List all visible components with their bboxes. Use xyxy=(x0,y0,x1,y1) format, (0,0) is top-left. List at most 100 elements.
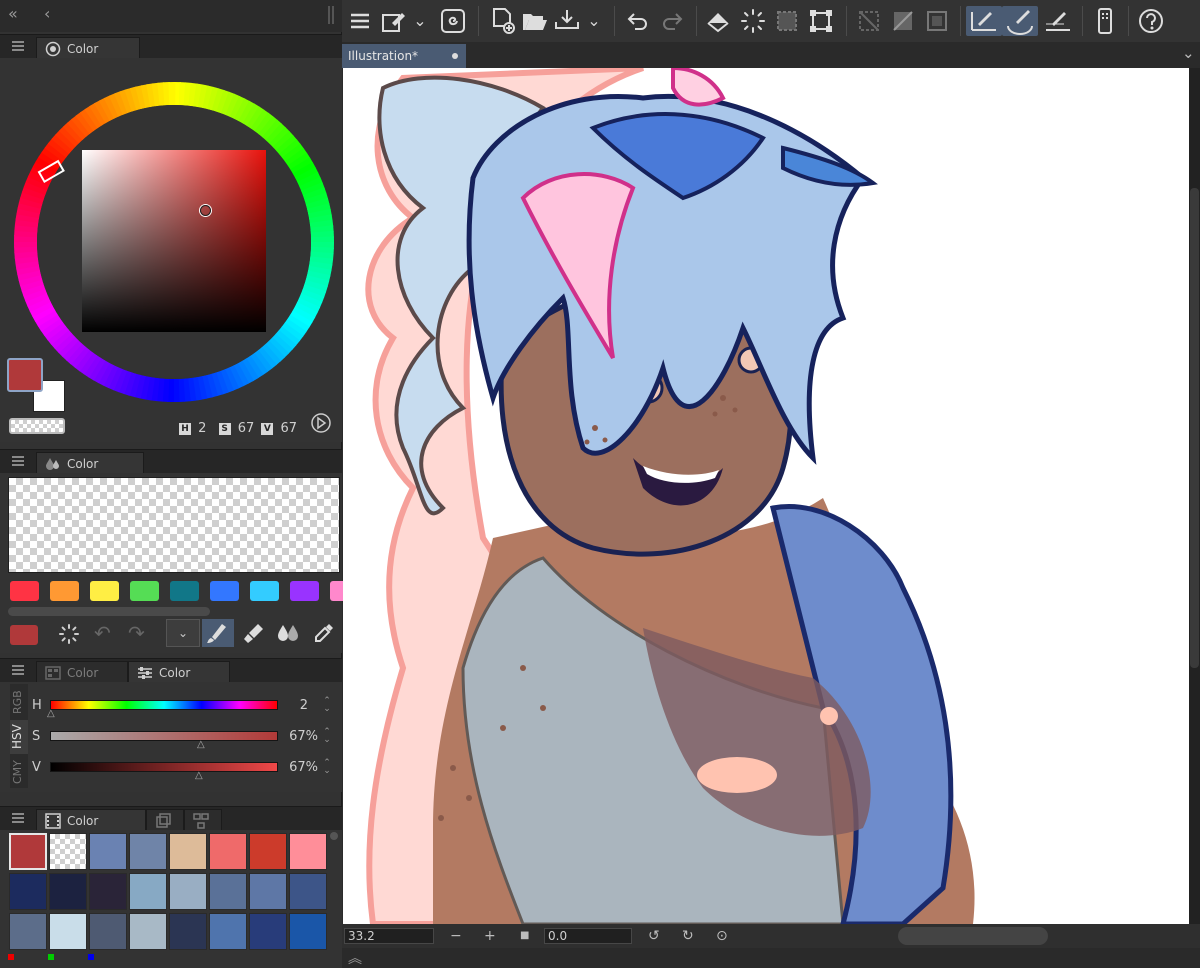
mixing-canvas[interactable] xyxy=(8,477,340,573)
mixing-swatch[interactable] xyxy=(210,581,239,601)
history-color-swatch[interactable] xyxy=(9,913,47,950)
help-button[interactable] xyxy=(1136,6,1166,36)
tabs-menu-chevron-icon[interactable]: ⌄ xyxy=(1182,44,1195,62)
side-tab-hsv[interactable]: HSV xyxy=(10,720,28,754)
show-area-button[interactable] xyxy=(854,6,884,36)
mixing-swatch[interactable] xyxy=(250,581,279,601)
tab-navigator[interactable] xyxy=(184,809,222,831)
document-tab[interactable]: Illustration* xyxy=(342,44,466,68)
ruler-snap-button[interactable] xyxy=(966,6,1002,36)
history-color-swatch[interactable] xyxy=(49,873,87,910)
mixing-swatch[interactable] xyxy=(90,581,119,601)
history-color-swatch[interactable] xyxy=(209,833,247,870)
saturation-value-square[interactable] xyxy=(82,150,266,332)
chevron-left-icon[interactable]: ‹ xyxy=(44,4,50,23)
history-color-swatch[interactable] xyxy=(129,873,167,910)
v-stepper[interactable]: ⌃ ⌄ xyxy=(322,759,332,777)
sv-picker-handle[interactable] xyxy=(200,205,211,216)
history-color-swatch[interactable] xyxy=(9,873,47,910)
undo-button[interactable] xyxy=(622,6,652,36)
undo-icon[interactable]: ↶ xyxy=(94,621,111,645)
history-color-swatch[interactable] xyxy=(249,873,287,910)
mixing-scrollbar[interactable] xyxy=(8,607,210,616)
hue-slider-handle[interactable]: △ xyxy=(47,708,55,719)
rotate-left-icon[interactable]: ↺ xyxy=(648,927,660,945)
quick-access-button[interactable] xyxy=(438,6,468,36)
snap-special-button[interactable] xyxy=(1002,6,1038,36)
expand-up-icon[interactable]: ︽ xyxy=(348,948,362,968)
brush-tool-active[interactable] xyxy=(202,619,234,647)
frame-button[interactable] xyxy=(922,6,952,36)
save-button[interactable] xyxy=(552,6,582,36)
stop-square-icon[interactable]: ■ xyxy=(520,927,529,945)
mixing-swatch[interactable] xyxy=(10,581,39,601)
reset-rotation-icon[interactable]: ⊙ xyxy=(716,927,728,945)
vertical-scroll-thumb[interactable] xyxy=(1190,188,1199,668)
mixing-swatch[interactable] xyxy=(170,581,199,601)
value-slider[interactable] xyxy=(50,762,278,772)
history-color-swatch[interactable] xyxy=(169,833,207,870)
select-layer-button[interactable] xyxy=(772,6,802,36)
drawing-canvas[interactable] xyxy=(343,68,1189,924)
new-file-button[interactable] xyxy=(488,6,518,36)
history-color-swatch[interactable] xyxy=(89,873,127,910)
history-color-swatch[interactable] xyxy=(289,873,327,910)
history-color-swatch[interactable] xyxy=(49,913,87,950)
history-color-swatch[interactable] xyxy=(49,833,87,870)
h-stepper[interactable]: ⌃ ⌄ xyxy=(322,697,332,715)
mix-droplets-icon[interactable] xyxy=(274,621,302,647)
history-color-swatch[interactable] xyxy=(9,833,47,870)
horizontal-scroll-thumb[interactable] xyxy=(898,927,1048,945)
canvas-vertical-scrollbar[interactable] xyxy=(1189,68,1200,924)
clear-selection-button[interactable] xyxy=(738,6,768,36)
zoom-field[interactable]: 33.2 xyxy=(344,928,434,944)
save-dropdown[interactable]: ⌄ xyxy=(584,6,604,36)
s-stepper[interactable]: ⌃ ⌄ xyxy=(322,728,332,746)
panel-grip-icon[interactable] xyxy=(328,6,334,24)
tab-color-slider[interactable]: Color Slider xyxy=(128,661,230,702)
mixing-swatch[interactable] xyxy=(130,581,159,601)
panel-menu-icon[interactable] xyxy=(12,41,24,51)
history-color-swatch[interactable] xyxy=(89,913,127,950)
rotation-field[interactable]: 0.0 xyxy=(544,928,632,944)
history-color-swatch[interactable] xyxy=(249,913,287,950)
brush-edit-button[interactable] xyxy=(378,6,408,36)
tab-color-wheel[interactable]: Color Wheel xyxy=(36,37,140,78)
tab-color-mixing[interactable]: Color Mixing xyxy=(36,452,144,493)
history-color-swatch[interactable] xyxy=(89,833,127,870)
history-color-swatch[interactable] xyxy=(249,833,287,870)
fill-area-button[interactable] xyxy=(888,6,918,36)
tab-color-history[interactable]: Color History xyxy=(36,809,146,850)
zoom-in-icon[interactable]: + xyxy=(484,927,496,945)
brush-dropdown[interactable]: ⌄ xyxy=(410,6,430,36)
history-color-swatch[interactable] xyxy=(129,833,167,870)
rotate-right-icon[interactable]: ↻ xyxy=(682,927,694,945)
history-color-swatch[interactable] xyxy=(169,913,207,950)
mixing-swatch[interactable] xyxy=(290,581,319,601)
transparent-color-swatch[interactable] xyxy=(9,418,65,434)
snap-grid-button[interactable] xyxy=(1040,6,1076,36)
history-color-swatch[interactable] xyxy=(289,913,327,950)
mixing-current-color[interactable] xyxy=(10,625,38,645)
clear-dotted-icon[interactable] xyxy=(58,623,80,645)
history-color-swatch[interactable] xyxy=(209,913,247,950)
blend-dropdown[interactable]: ⌄ xyxy=(166,619,200,647)
redo-button[interactable] xyxy=(658,6,688,36)
redo-icon[interactable]: ↷ xyxy=(128,621,145,645)
collapse-left-icon[interactable]: « xyxy=(8,4,18,23)
value-slider-handle[interactable]: △ xyxy=(195,770,203,781)
hue-slider[interactable] xyxy=(50,700,278,710)
fill-button[interactable] xyxy=(704,6,734,36)
zoom-out-icon[interactable]: − xyxy=(450,927,462,945)
smartphone-button[interactable] xyxy=(1090,6,1120,36)
side-tab-rgb[interactable]: RGB xyxy=(11,686,27,718)
panel-menu-icon[interactable] xyxy=(12,665,24,675)
saturation-slider-handle[interactable]: △ xyxy=(197,739,205,750)
history-scroll-thumb[interactable] xyxy=(330,832,338,840)
eyedropper-icon[interactable] xyxy=(310,621,336,647)
mixing-swatch[interactable] xyxy=(50,581,79,601)
tab-layers[interactable] xyxy=(146,809,184,831)
history-color-swatch[interactable] xyxy=(169,873,207,910)
history-color-swatch[interactable] xyxy=(289,833,327,870)
blend-tool-icon[interactable] xyxy=(240,621,266,647)
